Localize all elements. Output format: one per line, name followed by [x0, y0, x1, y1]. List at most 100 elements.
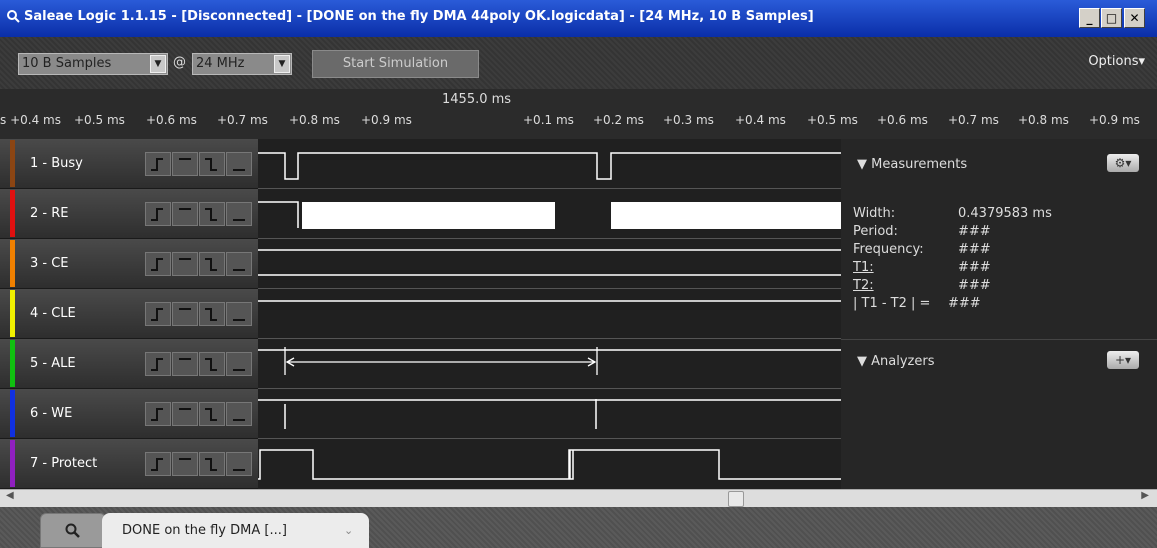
measurement-value: 0.4379583 ms — [958, 206, 1052, 221]
minimize-button[interactable]: _ — [1079, 8, 1100, 28]
low-level-icon — [233, 219, 245, 221]
high-level-trigger-button[interactable] — [172, 352, 198, 376]
falling-edge-icon — [205, 408, 217, 421]
measurement-value: ### — [958, 278, 991, 293]
rising-edge-trigger-button[interactable] — [145, 252, 171, 276]
document-tab-label: DONE on the fly DMA [...] — [122, 523, 287, 538]
ruler-tick: +0.9 ms — [361, 113, 412, 127]
measurement-label: Frequency: — [853, 242, 924, 257]
channel-row[interactable]: 1 - Busy — [0, 139, 258, 189]
ruler-tick: +0.6 ms — [146, 113, 197, 127]
scroll-left-icon[interactable]: ◀ — [6, 490, 14, 501]
measurement-label: Width: — [853, 206, 896, 221]
measurement-label: | T1 - T2 | = — [853, 296, 931, 311]
maximize-button[interactable]: □ — [1101, 8, 1122, 28]
high-level-icon — [179, 358, 191, 360]
ruler-tick: +0.5 ms — [74, 113, 125, 127]
falling-edge-icon — [205, 308, 217, 321]
measurement-marker — [284, 347, 598, 375]
low-level-icon — [233, 469, 245, 471]
low-level-trigger-button[interactable] — [226, 252, 252, 276]
ruler-tick: +0.1 ms — [523, 113, 574, 127]
channel-row[interactable]: 6 - WE — [0, 389, 258, 439]
low-level-trigger-button[interactable] — [226, 202, 252, 226]
analyzers-section-header[interactable]: ▼ Analyzers — [857, 354, 934, 369]
t1-label[interactable]: T1: — [853, 260, 874, 275]
high-level-trigger-button[interactable] — [172, 302, 198, 326]
t2-label[interactable]: T2: — [853, 278, 874, 293]
channel-label: 4 - CLE — [30, 306, 76, 321]
high-level-trigger-button[interactable] — [172, 402, 198, 426]
channel-color-swatch — [10, 240, 15, 287]
side-panel: ▼ Measurements ⚙▾ Width: 0.4379583 ms Pe… — [841, 139, 1157, 489]
low-level-trigger-button[interactable] — [226, 452, 252, 476]
waveform-area[interactable] — [258, 139, 841, 489]
start-simulation-button[interactable]: Start Simulation — [312, 50, 479, 78]
channel-row[interactable]: 2 - RE — [0, 189, 258, 239]
channel-row[interactable]: 4 - CLE — [0, 289, 258, 339]
trigger-buttons — [145, 302, 255, 326]
search-tab[interactable] — [40, 513, 106, 548]
low-level-trigger-button[interactable] — [226, 402, 252, 426]
low-level-trigger-button[interactable] — [226, 152, 252, 176]
search-icon — [65, 523, 80, 538]
falling-edge-trigger-button[interactable] — [199, 302, 225, 326]
rising-edge-trigger-button[interactable] — [145, 452, 171, 476]
measurement-value: ### — [958, 224, 991, 239]
measurements-title: Measurements — [871, 157, 968, 172]
ruler-tick: +0.4 ms — [735, 113, 786, 127]
add-analyzer-button[interactable]: +▾ — [1107, 351, 1139, 369]
rate-select[interactable]: 24 MHz ▼ — [192, 53, 292, 75]
channel-row[interactable]: 5 - ALE — [0, 339, 258, 389]
ruler-tick: +0.9 ms — [1089, 113, 1140, 127]
analyzers-title: Analyzers — [871, 354, 935, 369]
rising-edge-trigger-button[interactable] — [145, 352, 171, 376]
toolbar: 10 B Samples ▼ @ 24 MHz ▼ Start Simulati… — [0, 37, 1157, 89]
high-level-trigger-button[interactable] — [172, 202, 198, 226]
document-tab[interactable]: DONE on the fly DMA [...] ⌄ — [102, 513, 369, 548]
rising-edge-trigger-button[interactable] — [145, 302, 171, 326]
high-level-trigger-button[interactable] — [172, 152, 198, 176]
re-pulse — [611, 202, 841, 229]
rising-edge-trigger-button[interactable] — [145, 402, 171, 426]
ruler-tick: +0.2 ms — [593, 113, 644, 127]
falling-edge-trigger-button[interactable] — [199, 402, 225, 426]
channel-row[interactable]: 7 - Protect — [0, 439, 258, 489]
low-level-trigger-button[interactable] — [226, 302, 252, 326]
falling-edge-trigger-button[interactable] — [199, 152, 225, 176]
rising-edge-icon — [151, 408, 163, 421]
scrollbar-thumb[interactable] — [728, 491, 744, 507]
falling-edge-trigger-button[interactable] — [199, 252, 225, 276]
ruler-tick: +0.8 ms — [1018, 113, 1069, 127]
falling-edge-trigger-button[interactable] — [199, 452, 225, 476]
window-title: Saleae Logic 1.1.15 - [Disconnected] - [… — [24, 9, 814, 24]
section-divider — [841, 339, 1157, 340]
samples-select[interactable]: 10 B Samples ▼ — [18, 53, 168, 75]
channel-color-swatch — [10, 340, 15, 387]
options-menu[interactable]: Options▾ — [1088, 54, 1145, 69]
falling-edge-trigger-button[interactable] — [199, 202, 225, 226]
channel-row[interactable]: 3 - CE — [0, 239, 258, 289]
triangle-down-icon: ▼ — [857, 354, 872, 369]
rising-edge-trigger-button[interactable] — [145, 202, 171, 226]
measurement-value: ### — [948, 296, 981, 311]
trigger-buttons — [145, 402, 255, 426]
low-level-trigger-button[interactable] — [226, 352, 252, 376]
measurements-settings-button[interactable]: ⚙▾ — [1107, 154, 1139, 172]
re-waveform — [258, 201, 299, 228]
ruler-tick: +0.3 ms — [663, 113, 714, 127]
falling-edge-trigger-button[interactable] — [199, 352, 225, 376]
high-level-trigger-button[interactable] — [172, 452, 198, 476]
measurements-section-header[interactable]: ▼ Measurements — [857, 157, 967, 172]
high-level-trigger-button[interactable] — [172, 252, 198, 276]
high-level-icon — [179, 408, 191, 410]
scroll-right-icon[interactable]: ▶ — [1141, 490, 1149, 501]
rising-edge-trigger-button[interactable] — [145, 152, 171, 176]
protect-waveform — [258, 449, 841, 480]
horizontal-scrollbar[interactable]: ◀ ▶ — [0, 489, 1157, 507]
chevron-down-icon[interactable]: ⌄ — [344, 524, 353, 537]
rising-edge-icon — [151, 308, 163, 321]
close-button[interactable]: ✕ — [1124, 8, 1145, 28]
channel-label: 7 - Protect — [30, 456, 98, 471]
measurement-value: ### — [958, 242, 991, 257]
